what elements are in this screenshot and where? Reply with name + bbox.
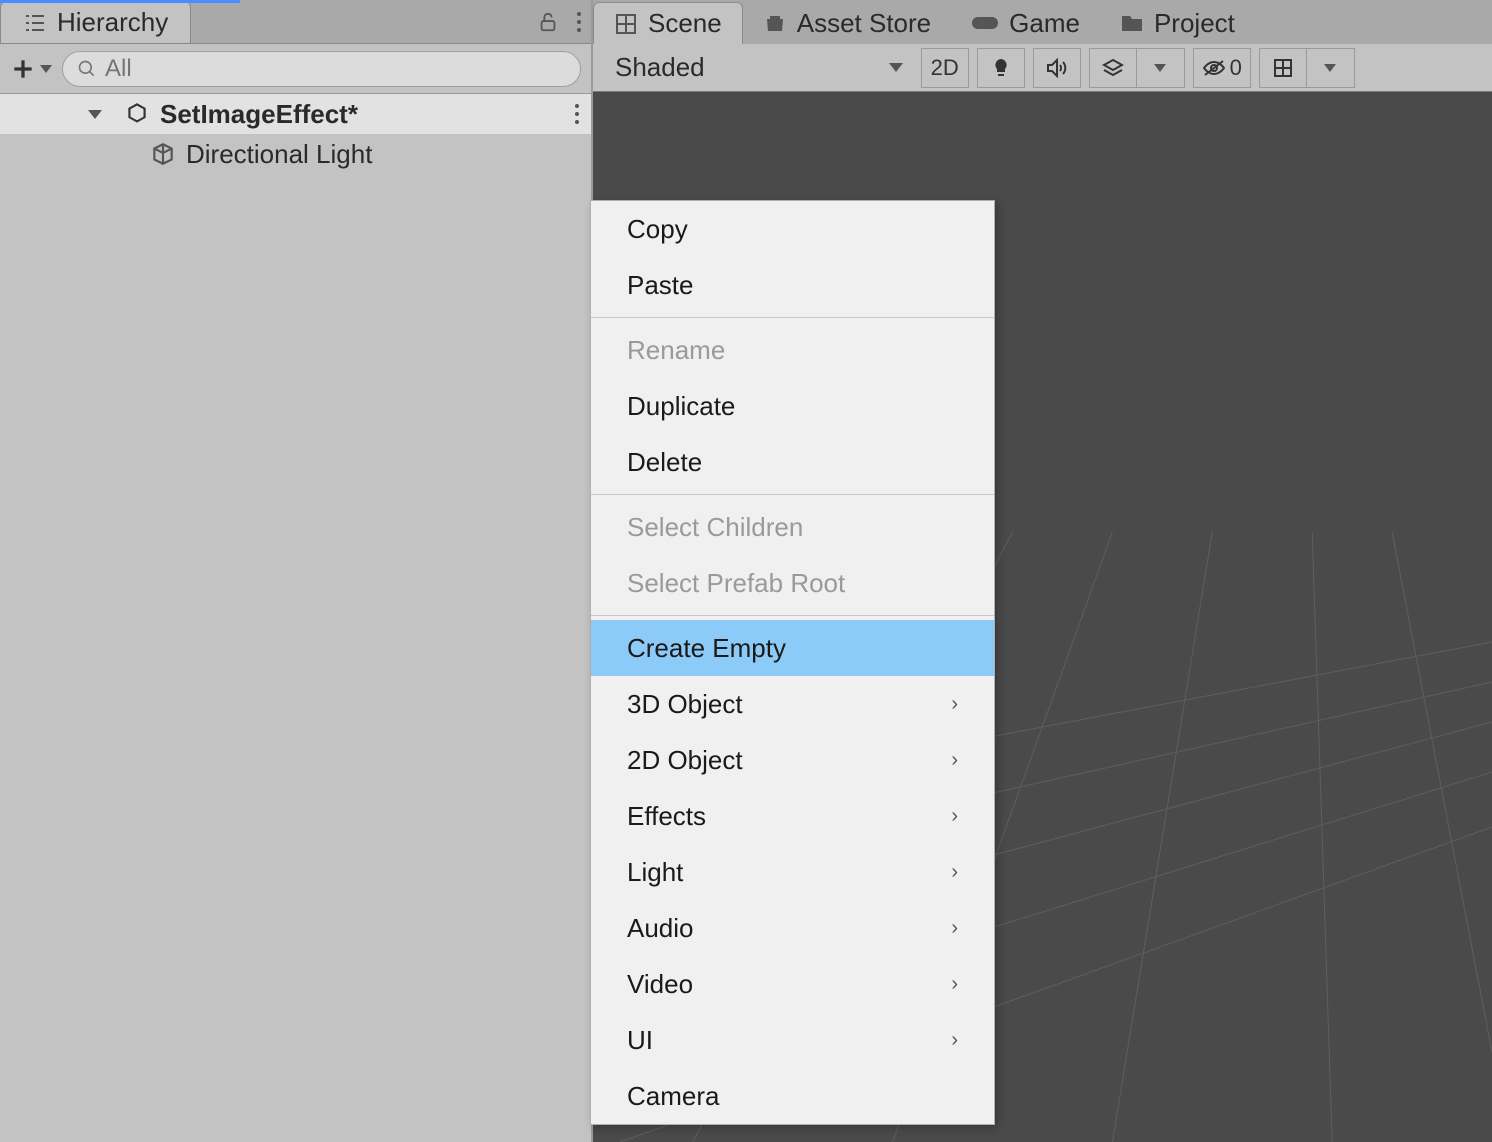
cube-icon [150, 141, 176, 167]
menu-item-light[interactable]: Light › [591, 844, 994, 900]
menu-item-paste[interactable]: Paste [591, 257, 994, 313]
more-icon[interactable] [575, 11, 583, 33]
chevron-right-icon: › [951, 693, 958, 716]
lighting-toggle[interactable] [977, 48, 1025, 88]
asset-store-icon [763, 11, 787, 35]
tab-game[interactable]: Game [951, 2, 1100, 44]
tab-scene[interactable]: Scene [593, 2, 743, 44]
menu-item-label: Delete [627, 447, 702, 478]
menu-item-label: 2D Object [627, 745, 743, 776]
shading-mode-dropdown[interactable]: Shaded [601, 48, 729, 88]
game-icon [971, 13, 999, 33]
context-menu: Copy Paste Rename Duplicate Delete Select Chi… [590, 200, 995, 1125]
menu-separator [591, 615, 994, 616]
menu-item-label: Light [627, 857, 683, 888]
tab-label: Hierarchy [57, 7, 168, 38]
menu-item-camera[interactable]: Camera [591, 1068, 994, 1124]
hierarchy-tree: SetImageEffect* Directional Light [0, 94, 591, 1142]
menu-separator [591, 494, 994, 495]
menu-item-label: Camera [627, 1081, 719, 1112]
menu-item-label: Copy [627, 214, 688, 245]
chevron-down-icon [40, 65, 52, 73]
shading-mode-label: Shaded [615, 52, 705, 83]
gizmos-toggle[interactable] [1259, 48, 1307, 88]
chevron-right-icon: › [951, 861, 958, 884]
menu-item-duplicate[interactable]: Duplicate [591, 378, 994, 434]
row-more-icon[interactable] [573, 103, 581, 125]
gizmos-icon [1272, 57, 1294, 79]
chevron-down-icon [1154, 64, 1166, 72]
menu-item-label: Video [627, 969, 693, 1000]
chevron-down-icon [1324, 64, 1336, 72]
menu-item-rename: Rename [591, 322, 994, 378]
menu-item-label: Create Empty [627, 633, 786, 664]
lightbulb-icon [991, 57, 1011, 79]
search-icon [77, 59, 97, 79]
lock-icon[interactable] [537, 11, 559, 33]
tab-label: Game [1009, 8, 1080, 39]
menu-item-label: Audio [627, 913, 694, 944]
tab-asset-store[interactable]: Asset Store [743, 2, 951, 44]
eye-off-icon [1202, 59, 1226, 77]
expand-icon[interactable] [88, 110, 102, 119]
tab-hierarchy[interactable]: Hierarchy [0, 1, 191, 43]
menu-item-label: UI [627, 1025, 653, 1056]
effects-dropdown[interactable] [1137, 48, 1185, 88]
scene-icon [614, 12, 638, 36]
menu-item-label: Effects [627, 801, 706, 832]
menu-item-video[interactable]: Video › [591, 956, 994, 1012]
scene-tab-bar: Scene Asset Store Game Project [593, 0, 1492, 44]
menu-item-create-empty[interactable]: Create Empty [591, 620, 994, 676]
chevron-down-icon[interactable] [889, 63, 903, 72]
menu-item-delete[interactable]: Delete [591, 434, 994, 490]
gizmos-dropdown[interactable] [1307, 48, 1355, 88]
visibility-toggle[interactable]: 0 [1193, 48, 1251, 88]
menu-item-audio[interactable]: Audio › [591, 900, 994, 956]
search-text[interactable] [105, 55, 566, 83]
chevron-right-icon: › [951, 973, 958, 996]
menu-item-copy[interactable]: Copy [591, 201, 994, 257]
effects-toggle[interactable] [1089, 48, 1137, 88]
menu-item-2d-object[interactable]: 2D Object › [591, 732, 994, 788]
item-label: Directional Light [186, 139, 372, 170]
menu-item-effects[interactable]: Effects › [591, 788, 994, 844]
menu-item-select-children: Select Children [591, 499, 994, 555]
hierarchy-icon [23, 11, 47, 35]
chevron-right-icon: › [951, 1029, 958, 1052]
plus-icon [10, 56, 36, 82]
chevron-right-icon: › [951, 805, 958, 828]
menu-item-label: Select Prefab Root [627, 568, 845, 599]
hierarchy-item[interactable]: Directional Light [0, 134, 591, 174]
project-icon [1120, 12, 1144, 34]
menu-item-label: Duplicate [627, 391, 735, 422]
tab-label: Scene [648, 8, 722, 39]
menu-item-label: Paste [627, 270, 694, 301]
menu-item-ui[interactable]: UI › [591, 1012, 994, 1068]
search-input[interactable] [62, 51, 581, 87]
tab-project[interactable]: Project [1100, 2, 1255, 44]
scene-label: SetImageEffect* [160, 99, 358, 130]
scene-toolbar: Shaded 2D [593, 44, 1492, 92]
chevron-right-icon: › [951, 749, 958, 772]
menu-item-label: Select Children [627, 512, 803, 543]
unity-icon [124, 101, 150, 127]
visibility-count: 0 [1230, 55, 1242, 81]
speaker-icon [1046, 58, 1068, 78]
menu-separator [591, 317, 994, 318]
tab-label: Asset Store [797, 8, 931, 39]
menu-item-3d-object[interactable]: 3D Object › [591, 676, 994, 732]
hierarchy-tab-bar: Hierarchy [0, 0, 591, 44]
audio-toggle[interactable] [1033, 48, 1081, 88]
layers-icon [1102, 58, 1124, 78]
hierarchy-toolbar [0, 44, 591, 94]
2d-label: 2D [931, 55, 959, 81]
menu-item-select-prefab-root: Select Prefab Root [591, 555, 994, 611]
menu-item-label: 3D Object [627, 689, 743, 720]
chevron-right-icon: › [951, 917, 958, 940]
menu-item-label: Rename [627, 335, 725, 366]
2d-toggle-button[interactable]: 2D [921, 48, 969, 88]
create-button[interactable] [10, 56, 52, 82]
scene-row[interactable]: SetImageEffect* [0, 94, 591, 134]
tab-label: Project [1154, 8, 1235, 39]
